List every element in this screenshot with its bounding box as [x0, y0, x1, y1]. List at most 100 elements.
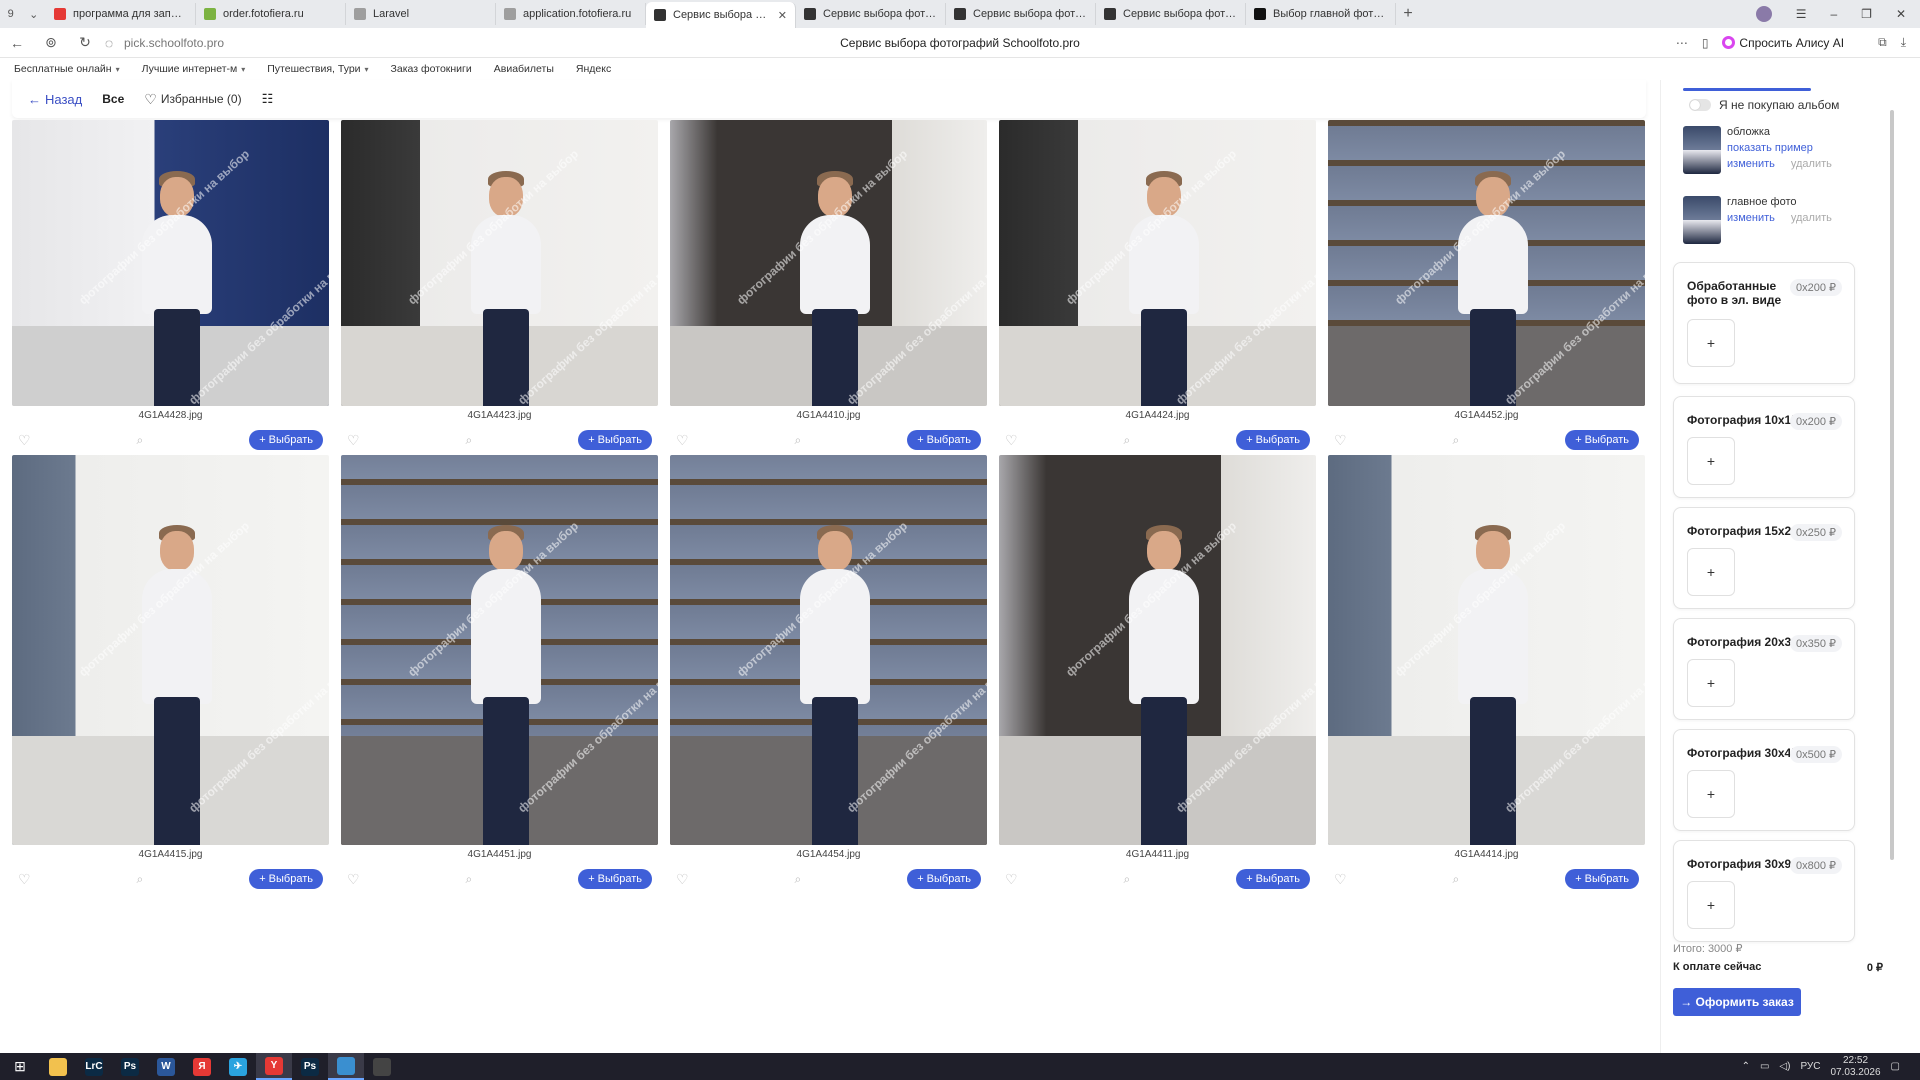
chevron-down-icon[interactable]: ⌄ [29, 8, 38, 21]
favorite-heart-icon[interactable]: ♡ [676, 432, 689, 449]
photo-thumbnail[interactable]: фотографии без обработки на выбор фотогр… [670, 120, 987, 406]
taskbar-yandex-browser-icon[interactable]: Y [256, 1053, 292, 1080]
add-photo-button[interactable]: + [1687, 437, 1735, 485]
photo-thumbnail[interactable]: фотографии без обработки на выбор фотогр… [1328, 455, 1645, 845]
zoom-icon[interactable]: ⌕ [1453, 872, 1460, 887]
photo-thumbnail[interactable]: фотографии без обработки на выбор фотогр… [670, 455, 987, 845]
back-link[interactable]: ← Назад [28, 92, 82, 107]
close-icon[interactable]: ✕ [1896, 7, 1906, 21]
windows-start-icon[interactable]: ⊞ [0, 1053, 40, 1080]
taskbar-app-terminal-icon[interactable] [364, 1053, 400, 1080]
album-toggle[interactable] [1689, 99, 1711, 111]
url-field[interactable]: pick.schoolfoto.pro [124, 36, 624, 50]
browser-tab[interactable]: application.fotofiera.ru [496, 3, 646, 25]
browser-tab[interactable]: Laravel [346, 3, 496, 25]
taskbar-word-icon[interactable]: W [148, 1053, 184, 1080]
restore-icon[interactable]: ❐ [1861, 7, 1872, 21]
volume-icon[interactable]: ◁) [1779, 1061, 1790, 1072]
pick-button[interactable]: + Выбрать [249, 869, 323, 889]
browser-tab[interactable]: программа для записи э [46, 3, 196, 25]
favorite-heart-icon[interactable]: ♡ [1005, 871, 1018, 888]
panel-scrollbar[interactable] [1888, 80, 1896, 930]
filter-all[interactable]: Все [102, 92, 124, 106]
zoom-icon[interactable]: ⌕ [1124, 433, 1131, 448]
taskbar-photoshop2-icon[interactable]: Ps [292, 1053, 328, 1080]
photo-thumbnail[interactable]: фотографии без обработки на выбор фотогр… [12, 120, 329, 406]
zoom-icon[interactable]: ⌕ [137, 433, 144, 448]
pick-button[interactable]: + Выбрать [578, 869, 652, 889]
main-photo-delete-link[interactable]: удалить [1791, 212, 1832, 224]
pick-button[interactable]: + Выбрать [1236, 869, 1310, 889]
browser-tab[interactable]: Выбор главной фотограф [1246, 3, 1396, 25]
browser-tab[interactable]: Сервис выбора фотограф [946, 3, 1096, 25]
tab-counter[interactable]: 9 [8, 8, 14, 20]
bookmark-item[interactable]: Яндекс [576, 63, 611, 75]
network-icon[interactable]: ▭ [1760, 1061, 1769, 1072]
favorite-heart-icon[interactable]: ♡ [347, 432, 360, 449]
alice-button[interactable]: Спросить Алису AI [1722, 36, 1844, 50]
back-icon[interactable]: ← [0, 35, 34, 51]
photo-thumbnail[interactable]: фотографии без обработки на выбор фотогр… [341, 120, 658, 406]
zoom-icon[interactable]: ⌕ [795, 433, 802, 448]
tray-chevron-icon[interactable]: ⌃ [1742, 1061, 1750, 1072]
album-toggle-row[interactable]: Я не покупаю альбом [1689, 98, 1839, 112]
browser-tab[interactable]: order.fotofiera.ru [196, 3, 346, 25]
photo-thumbnail[interactable]: фотографии без обработки на выбор фотогр… [341, 455, 658, 845]
pick-button[interactable]: + Выбрать [1565, 869, 1639, 889]
reader-icon[interactable]: ⊚ [34, 34, 68, 51]
add-photo-button[interactable]: + [1687, 548, 1735, 596]
reload-icon[interactable]: ↻ [68, 34, 102, 51]
favorite-heart-icon[interactable]: ♡ [676, 871, 689, 888]
tab-counter-area[interactable]: 9 ⌄ [0, 8, 46, 21]
clock[interactable]: 22:52 07.03.2026 [1830, 1055, 1880, 1079]
taskbar-lightroom-icon[interactable]: LrC [76, 1053, 112, 1080]
photo-thumbnail[interactable]: фотографии без обработки на выбор фотогр… [1328, 120, 1645, 406]
bookmark-item[interactable]: Заказ фотокниги [391, 63, 472, 75]
cover-delete-link[interactable]: удалить [1791, 158, 1832, 170]
show-example-link[interactable]: показать пример [1727, 142, 1832, 154]
favorite-heart-icon[interactable]: ♡ [347, 871, 360, 888]
download-icon[interactable]: ⤓ [1901, 35, 1906, 50]
taskbar-yandex-icon[interactable]: Я [184, 1053, 220, 1080]
pick-button[interactable]: + Выбрать [1565, 430, 1639, 450]
add-photo-button[interactable]: + [1687, 881, 1735, 929]
sort-icon[interactable]: ☷ [262, 91, 274, 107]
browser-tab[interactable]: Сервис выбора фотогр ✕ [646, 2, 796, 28]
more-icon[interactable]: ⋯ [1676, 36, 1688, 50]
photo-thumbnail[interactable]: фотографии без обработки на выбор фотогр… [999, 455, 1316, 845]
favorite-heart-icon[interactable]: ♡ [1334, 871, 1347, 888]
pick-button[interactable]: + Выбрать [907, 869, 981, 889]
favorites-filter[interactable]: ♡ Избранные (0) [144, 91, 241, 108]
favorite-heart-icon[interactable]: ♡ [1005, 432, 1018, 449]
zoom-icon[interactable]: ⌕ [466, 433, 473, 448]
checkout-button[interactable]: → Оформить заказ [1673, 988, 1801, 1016]
bookmark-icon[interactable]: ▯ [1702, 36, 1709, 50]
add-photo-button[interactable]: + [1687, 659, 1735, 707]
pick-button[interactable]: + Выбрать [1236, 430, 1310, 450]
main-photo-thumbnail[interactable] [1683, 196, 1721, 244]
add-photo-button[interactable]: + [1687, 770, 1735, 818]
zoom-icon[interactable]: ⌕ [795, 872, 802, 887]
menu-icon[interactable]: ☰ [1796, 7, 1807, 21]
pick-button[interactable]: + Выбрать [907, 430, 981, 450]
collections-icon[interactable]: ⧉ [1878, 35, 1887, 50]
bookmark-item[interactable]: Авиабилеты [494, 63, 554, 75]
browser-tab[interactable]: Сервис выбора фотограф [796, 3, 946, 25]
new-tab-button[interactable]: + [1396, 5, 1420, 23]
taskbar-telegram-icon[interactable]: ✈ [220, 1053, 256, 1080]
photo-thumbnail[interactable]: фотографии без обработки на выбор фотогр… [12, 455, 329, 845]
taskbar-photoshop-icon[interactable]: Ps [112, 1053, 148, 1080]
zoom-icon[interactable]: ⌕ [1124, 872, 1131, 887]
bookmark-item[interactable]: Бесплатные онлайн ▾ [14, 63, 120, 75]
notifications-icon[interactable]: ▢ [1891, 1061, 1900, 1072]
favorite-heart-icon[interactable]: ♡ [1334, 432, 1347, 449]
photo-thumbnail[interactable]: фотографии без обработки на выбор фотогр… [999, 120, 1316, 406]
profile-avatar[interactable] [1755, 6, 1772, 22]
bookmark-item[interactable]: Лучшие интернет-м ▾ [142, 63, 246, 75]
zoom-icon[interactable]: ⌕ [137, 872, 144, 887]
taskbar-explorer-icon[interactable] [40, 1053, 76, 1080]
favorite-heart-icon[interactable]: ♡ [18, 432, 31, 449]
pick-button[interactable]: + Выбрать [578, 430, 652, 450]
favorite-heart-icon[interactable]: ♡ [18, 871, 31, 888]
language-indicator[interactable]: РУС [1800, 1061, 1820, 1072]
